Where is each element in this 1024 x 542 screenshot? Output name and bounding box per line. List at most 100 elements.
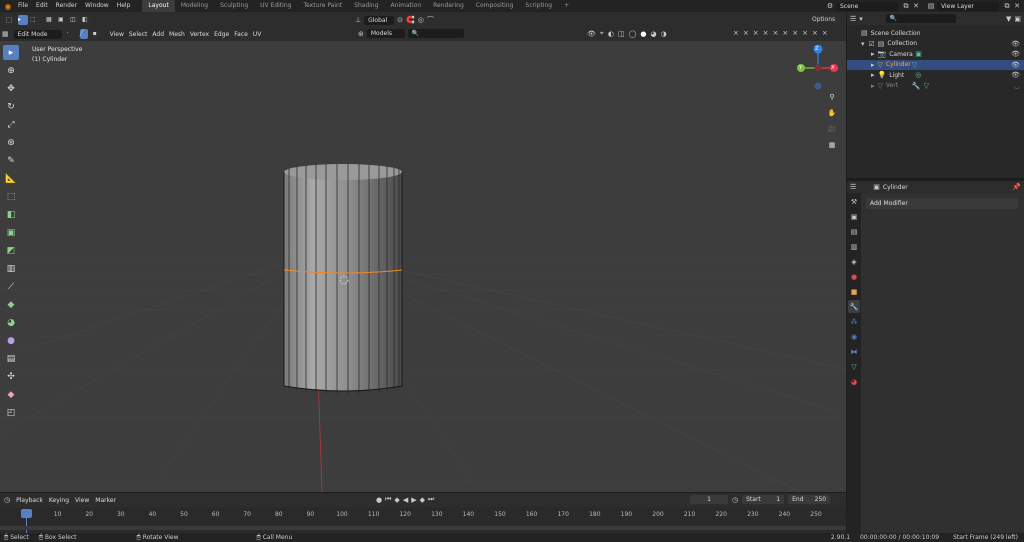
select-subtract-button[interactable]: ▣	[58, 15, 68, 25]
play-icon[interactable]: ▶	[411, 495, 416, 504]
zoom-icon[interactable]: ⚲	[826, 91, 838, 103]
xray-icon[interactable]: ◫	[618, 30, 625, 38]
menu-help[interactable]: Help	[113, 0, 135, 12]
menu-select[interactable]: Select	[129, 31, 148, 38]
timeline-editor-icon[interactable]: ◷	[4, 496, 10, 504]
select-mode-button[interactable]: ⬚	[30, 15, 40, 25]
editor-type-icon[interactable]: ⬚	[2, 16, 16, 24]
record-icon[interactable]: ●	[376, 495, 382, 504]
particles-tab-icon[interactable]: ⁂	[848, 315, 860, 328]
tab-modeling[interactable]: Modeling	[175, 0, 214, 12]
extrude-tool-icon[interactable]: ◧	[3, 207, 19, 222]
knife-tool-icon[interactable]: ⟋	[3, 279, 19, 294]
menu-vertex[interactable]: Vertex	[190, 31, 209, 38]
spin-tool-icon[interactable]: ◕	[3, 315, 19, 330]
gizmo-toggle-icon[interactable]: ⌖	[600, 29, 604, 38]
playhead[interactable]	[21, 509, 32, 518]
menu-timeline-view[interactable]: View	[75, 497, 89, 504]
orientation-dropdown[interactable]: Global	[364, 15, 395, 25]
delete-view-layer-icon[interactable]: ✕	[1012, 2, 1022, 10]
tool-tab-icon[interactable]: ⚒	[848, 195, 860, 208]
edge-flags-6-icon[interactable]: ⨯	[822, 29, 828, 37]
edge-flags-4-icon[interactable]: ⨯	[802, 29, 808, 37]
menu-render[interactable]: Render	[52, 0, 81, 12]
mirror-y-icon[interactable]: ⨯	[743, 29, 749, 37]
jump-start-icon[interactable]: ⏮	[385, 495, 391, 504]
mode-dropdown[interactable]: Edit Mode	[13, 29, 62, 39]
jump-end-icon[interactable]: ⏭	[428, 495, 434, 504]
end-frame-field[interactable]: End 250	[788, 495, 831, 504]
vert-visibility-icon[interactable]: ◡	[1014, 82, 1020, 90]
inset-tool-icon[interactable]: ▣	[3, 225, 19, 240]
menu-edge[interactable]: Edge	[214, 31, 229, 38]
outliner-item-light[interactable]: ▸ 💡 Light ◎ 👁	[847, 70, 1024, 81]
pin-icon[interactable]: 📌	[1012, 183, 1021, 191]
material-shading-icon[interactable]: ◕	[651, 30, 657, 38]
poly-build-tool-icon[interactable]: ◆	[3, 297, 19, 312]
menu-window[interactable]: Window	[81, 0, 113, 12]
prev-keyframe-icon[interactable]: ◆	[394, 495, 399, 504]
add-modifier-dropdown[interactable]: Add Modifier	[866, 198, 1018, 209]
cursor-tool-icon[interactable]: ⊕	[3, 63, 19, 78]
pivot-icon[interactable]: ⊙	[397, 16, 403, 24]
shear-tool-icon[interactable]: ◆	[3, 387, 19, 402]
constraints-tab-icon[interactable]: ⧓	[848, 345, 860, 358]
snap-target-dropdown[interactable]: Models	[366, 29, 405, 38]
menu-marker[interactable]: Marker	[95, 497, 116, 504]
object-tab-icon[interactable]: ■	[848, 285, 860, 298]
auto-merge-icon[interactable]: ⨯	[763, 29, 769, 37]
wireframe-shading-icon[interactable]: ◯	[629, 30, 637, 38]
tab-scripting[interactable]: Scripting	[519, 0, 558, 12]
rendered-shading-icon[interactable]: ◑	[661, 30, 667, 38]
new-scene-icon[interactable]: ⧉	[901, 2, 911, 11]
outliner-scene-collection[interactable]: ▤ Scene Collection	[847, 28, 1024, 39]
proportional-icon[interactable]: ◎	[418, 16, 424, 24]
play-reverse-icon[interactable]: ◀	[403, 495, 408, 504]
rip-tool-icon[interactable]: ◰	[3, 405, 19, 420]
move-tool-icon[interactable]: ✥	[3, 81, 19, 96]
edge-slide-tool-icon[interactable]: ▤	[3, 351, 19, 366]
transform-tool-icon[interactable]: ⊛	[3, 135, 19, 150]
visibility-icon[interactable]: 👁	[587, 30, 596, 38]
render-tab-icon[interactable]: ▣	[848, 210, 860, 223]
new-view-layer-icon[interactable]: ⧉	[1002, 2, 1012, 11]
expand-arrow-icon[interactable]: ▸	[871, 61, 875, 69]
smooth-tool-icon[interactable]: ●	[3, 333, 19, 348]
expand-arrow-icon[interactable]: ▾	[861, 40, 865, 48]
expand-arrow-icon[interactable]: ▸	[871, 82, 875, 90]
modifier-tab-icon[interactable]: 🔧	[848, 300, 860, 313]
delete-scene-icon[interactable]: ✕	[911, 2, 921, 10]
options-dropdown[interactable]: Options	[808, 16, 840, 23]
scene-tab-icon[interactable]: ◈	[848, 255, 860, 268]
menu-view[interactable]: View	[110, 31, 124, 38]
select-tool-button[interactable]: ▸	[18, 15, 28, 25]
view-layer-selector[interactable]: View Layer	[937, 1, 999, 11]
tab-sculpting[interactable]: Sculpting	[214, 0, 254, 12]
blender-logo-icon[interactable]: ◉	[2, 2, 14, 11]
loop-cut-tool-icon[interactable]: ▥	[3, 261, 19, 276]
measure-tool-icon[interactable]: 📐	[3, 171, 19, 186]
next-keyframe-icon[interactable]: ◆	[420, 495, 425, 504]
outliner-item-vert[interactable]: ▸ ▽ Vert 🔧 ▽ ◡	[847, 81, 1024, 92]
expand-arrow-icon[interactable]: ▸	[871, 50, 875, 58]
world-tab-icon[interactable]: ●	[848, 270, 860, 283]
outliner-item-cylinder[interactable]: ▸ ▽ Cylinder ▽ 👁	[847, 59, 1024, 70]
checkbox-icon[interactable]: ☑	[869, 40, 875, 48]
3d-viewport[interactable]	[0, 12, 846, 492]
timeline-scrollbar[interactable]	[0, 526, 846, 530]
edge-flags-1-icon[interactable]: ⨯	[773, 29, 779, 37]
select-intersect-button[interactable]: ◧	[82, 15, 92, 25]
menu-uv[interactable]: UV	[253, 31, 262, 38]
falloff-icon[interactable]: ⌒	[427, 15, 434, 25]
tab-shading[interactable]: Shading	[348, 0, 384, 12]
view-layer-tab-icon[interactable]: ▥	[848, 240, 860, 253]
edge-flags-3-icon[interactable]: ⨯	[792, 29, 798, 37]
filter-icon[interactable]: ▼	[1006, 15, 1011, 23]
scene-selector[interactable]: Scene	[836, 1, 898, 11]
rotate-tool-icon[interactable]: ↻	[3, 99, 19, 114]
tab-layout[interactable]: Layout	[142, 0, 175, 12]
select-extend-button[interactable]: ▦	[46, 15, 56, 25]
view-layer-icon[interactable]: ▤	[925, 2, 937, 10]
edge-flags-2-icon[interactable]: ⨯	[782, 29, 788, 37]
menu-mesh[interactable]: Mesh	[169, 31, 185, 38]
